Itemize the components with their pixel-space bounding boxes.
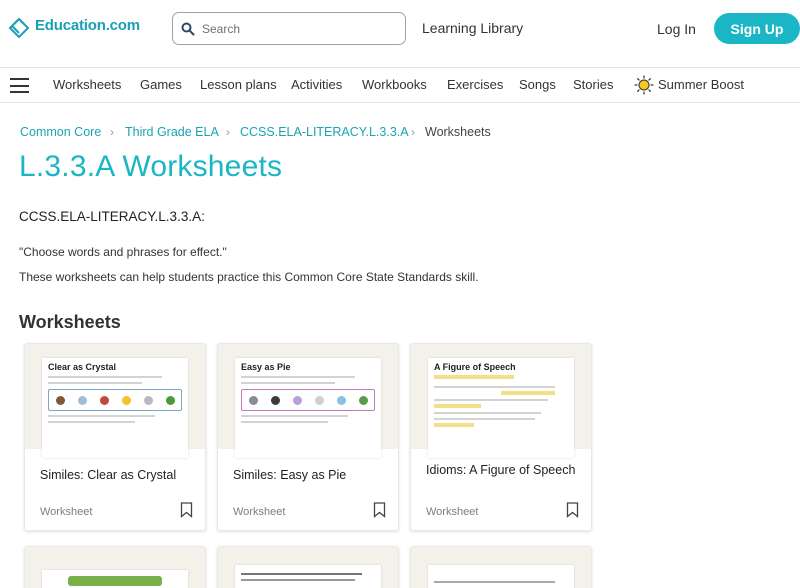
logo-text: Education.com bbox=[35, 16, 140, 34]
breadcrumb-separator: › bbox=[226, 125, 230, 139]
worksheet-preview bbox=[42, 570, 188, 588]
top-header: Education.com Learning Library Log In Si… bbox=[0, 0, 800, 60]
standard-code: CCSS.ELA-LITERACY.L.3.3.A: bbox=[19, 209, 205, 224]
thumbnail-picture-row bbox=[241, 389, 375, 411]
bookmark-icon[interactable] bbox=[180, 502, 193, 518]
worksheet-type: Worksheet bbox=[233, 506, 286, 518]
worksheet-preview: Clear as Crystal bbox=[42, 358, 188, 458]
worksheet-title[interactable]: Similes: Clear as Crystal bbox=[40, 468, 190, 483]
thumbnail-title: Clear as Crystal bbox=[48, 362, 117, 372]
worksheet-preview: Easy as Pie bbox=[235, 358, 381, 458]
worksheet-type: Worksheet bbox=[40, 506, 93, 518]
breadcrumb-common-core[interactable]: Common Core bbox=[20, 125, 101, 139]
thumbnail-title: Easy as Pie bbox=[241, 362, 291, 372]
worksheet-preview bbox=[235, 565, 381, 588]
section-title: Worksheets bbox=[19, 312, 121, 332]
nav-item-songs[interactable]: Songs bbox=[519, 77, 556, 92]
thumbnail-title: A Figure of Speech bbox=[434, 362, 516, 372]
breadcrumb-current: Worksheets bbox=[425, 125, 491, 139]
login-link[interactable]: Log In bbox=[657, 21, 696, 37]
nav-item-lesson-plans[interactable]: Lesson plans bbox=[200, 77, 277, 92]
worksheet-thumbnail[interactable]: Clear as Crystal bbox=[25, 344, 205, 458]
standard-description: These worksheets can help students pract… bbox=[19, 270, 479, 284]
worksheet-card[interactable]: Easy as Pie Similes: Easy as Pie Workshe… bbox=[217, 343, 399, 531]
sun-icon bbox=[634, 75, 654, 95]
signup-button[interactable]: Sign Up bbox=[714, 13, 800, 44]
bookmark-icon[interactable] bbox=[566, 502, 579, 518]
nav-item-exercises[interactable]: Exercises bbox=[447, 77, 503, 92]
nav-item-worksheets[interactable]: Worksheets bbox=[53, 77, 121, 92]
search-icon bbox=[181, 22, 195, 35]
worksheet-card[interactable] bbox=[24, 546, 206, 588]
worksheet-card[interactable]: A Figure of Speech Idioms: A Figure of S… bbox=[410, 343, 592, 531]
bookmark-icon[interactable] bbox=[373, 502, 386, 518]
worksheet-thumbnail[interactable]: Easy as Pie bbox=[218, 344, 398, 458]
nav-item-activities[interactable]: Activities bbox=[291, 77, 342, 92]
thumbnail-picture-row bbox=[48, 389, 182, 411]
nav-item-summer-boost[interactable]: Summer Boost bbox=[658, 77, 744, 92]
search-input[interactable] bbox=[202, 21, 392, 36]
nav-item-games[interactable]: Games bbox=[140, 77, 182, 92]
breadcrumb-separator: › bbox=[411, 125, 415, 139]
search-box[interactable] bbox=[172, 12, 406, 45]
breadcrumb-third-grade-ela[interactable]: Third Grade ELA bbox=[125, 125, 219, 139]
education-logo-icon bbox=[8, 17, 30, 38]
worksheet-thumbnail[interactable]: A Figure of Speech bbox=[411, 344, 591, 458]
menu-icon[interactable] bbox=[10, 78, 29, 93]
site-logo[interactable]: Education.com bbox=[6, 12, 140, 38]
worksheet-preview: A Figure of Speech bbox=[428, 358, 574, 458]
breadcrumb-standard[interactable]: CCSS.ELA-LITERACY.L.3.3.A bbox=[240, 125, 409, 139]
worksheet-card[interactable] bbox=[410, 546, 592, 588]
worksheet-thumbnail[interactable] bbox=[218, 547, 398, 588]
worksheet-thumbnail[interactable] bbox=[25, 547, 205, 588]
nav-item-stories[interactable]: Stories bbox=[573, 77, 613, 92]
worksheet-type: Worksheet bbox=[426, 506, 479, 518]
standard-quote: "Choose words and phrases for effect." bbox=[19, 245, 227, 259]
category-nav: Worksheets Games Lesson plans Activities… bbox=[0, 67, 800, 103]
worksheet-preview bbox=[428, 565, 574, 588]
breadcrumb-separator: › bbox=[110, 125, 114, 139]
page-title: L.3.3.A Worksheets bbox=[19, 150, 283, 183]
learning-library-link[interactable]: Learning Library bbox=[422, 20, 523, 36]
worksheet-title[interactable]: Similes: Easy as Pie bbox=[233, 468, 383, 483]
worksheet-card[interactable]: Clear as Crystal Similes: Clear as Cryst… bbox=[24, 343, 206, 531]
nav-item-workbooks[interactable]: Workbooks bbox=[362, 77, 427, 92]
worksheet-title[interactable]: Idioms: A Figure of Speech bbox=[426, 463, 576, 478]
worksheet-thumbnail[interactable] bbox=[411, 547, 591, 588]
worksheet-card[interactable] bbox=[217, 546, 399, 588]
